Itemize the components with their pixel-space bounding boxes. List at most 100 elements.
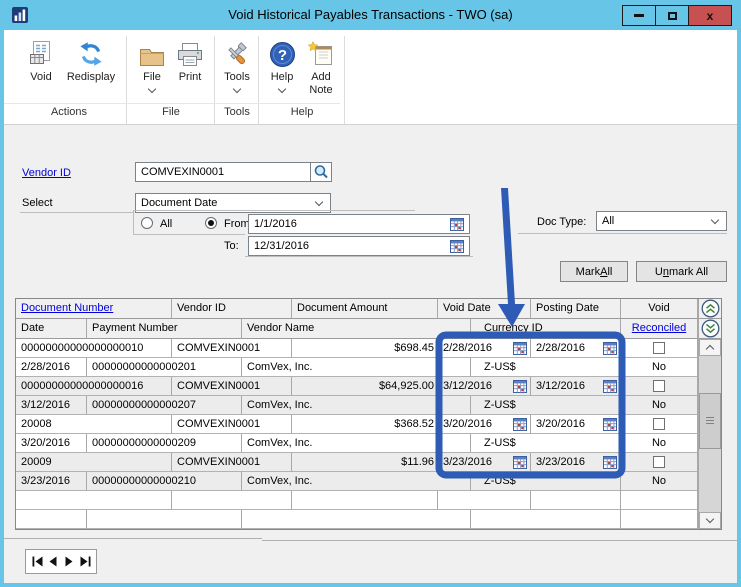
- void-date-cell[interactable]: 3/23/2016: [438, 453, 531, 472]
- vendor-id-input[interactable]: COMVEXIN0001: [135, 162, 311, 182]
- date-header: Date: [16, 319, 87, 339]
- transactions-grid: Document Number Vendor ID Document Amoun…: [15, 298, 722, 530]
- calendar-icon[interactable]: [513, 417, 527, 431]
- all-radio-label[interactable]: All: [160, 218, 172, 230]
- void-checkbox[interactable]: [653, 342, 665, 354]
- scroll-up-button[interactable]: [699, 339, 721, 356]
- titlebar: Void Historical Payables Transactions - …: [0, 0, 741, 30]
- calendar-icon[interactable]: [603, 379, 617, 393]
- close-button[interactable]: x: [688, 5, 732, 26]
- void-checkbox[interactable]: [653, 456, 665, 468]
- scroll-down-button[interactable]: [699, 512, 721, 529]
- grid-row-main[interactable]: 20008 COMVEXIN0001 $368.52 3/20/2016 3/2…: [16, 415, 698, 434]
- magnifier-icon: [314, 165, 328, 179]
- wrench-screwdriver-icon: [224, 38, 250, 68]
- printer-icon: [175, 38, 205, 68]
- calendar-icon[interactable]: [513, 455, 527, 469]
- void-date-cell[interactable]: 2/28/2016: [438, 339, 531, 358]
- chevron-up-icon: [705, 344, 715, 354]
- previous-record-button[interactable]: [46, 553, 61, 570]
- void-historical-payables-window: Void Historical Payables Transactions - …: [0, 0, 741, 587]
- unmark-all-button[interactable]: Un mark All: [636, 261, 727, 282]
- calendar-icon[interactable]: [513, 341, 527, 355]
- from-date-input[interactable]: 1/1/2016: [248, 214, 470, 234]
- calendar-icon[interactable]: [450, 217, 464, 231]
- vendor-id-header: Vendor ID: [172, 299, 292, 319]
- chevron-down-icon: [147, 84, 157, 94]
- grid-row-main[interactable]: 00000000000000000016 COMVEXIN0001 $64,92…: [16, 377, 698, 396]
- grid-row-empty[interactable]: [16, 491, 698, 510]
- vendor-lookup-button[interactable]: [310, 162, 332, 182]
- toolbar-label-divider: [4, 103, 340, 104]
- void-header: Void: [621, 299, 698, 319]
- status-divider: [4, 538, 262, 539]
- group-label-tools: Tools: [224, 106, 250, 118]
- mark-all-button[interactable]: Mark All: [560, 261, 628, 282]
- next-record-button[interactable]: [62, 553, 77, 570]
- vertical-scrollbar[interactable]: [699, 339, 721, 529]
- status-divider: [262, 540, 737, 541]
- document-number-header-link[interactable]: Document Number: [16, 299, 172, 319]
- void-document-icon: [28, 38, 54, 68]
- next-record-icon: [65, 556, 73, 567]
- payment-number-header: Payment Number: [87, 319, 242, 339]
- reconciled-value: No: [621, 396, 698, 415]
- void-checkbox[interactable]: [653, 418, 665, 430]
- scrollbar-thumb[interactable]: [699, 393, 721, 449]
- divider: [20, 212, 133, 213]
- svg-text:?: ?: [277, 47, 286, 64]
- to-date-input[interactable]: 12/31/2016: [248, 236, 470, 256]
- minimize-button[interactable]: [622, 5, 656, 26]
- chevron-down-icon: [705, 514, 715, 524]
- window-border-bottom: [0, 583, 741, 587]
- void-checkbox[interactable]: [653, 380, 665, 392]
- calendar-icon[interactable]: [450, 239, 464, 253]
- grid-row-detail[interactable]: 2/28/2016 00000000000000201 ComVex, Inc.…: [16, 358, 698, 377]
- grid-row-main[interactable]: 00000000000000000010 COMVEXIN0001 $698.4…: [16, 339, 698, 358]
- range-group-bottom: [133, 234, 245, 235]
- first-record-icon: [32, 556, 42, 567]
- collapse-rows-button[interactable]: [699, 319, 721, 339]
- grid-row-empty[interactable]: [16, 510, 698, 529]
- ribbon-toolbar: Void Redisplay File Print Tools ? Help A…: [4, 30, 737, 125]
- first-record-button[interactable]: [30, 553, 45, 570]
- divider: [518, 233, 727, 234]
- expand-rows-button[interactable]: [699, 299, 721, 319]
- toolbar-separator: [344, 36, 345, 124]
- grid-row-detail[interactable]: 3/20/2016 00000000000000209 ComVex, Inc.…: [16, 434, 698, 453]
- void-date-cell[interactable]: 3/12/2016: [438, 377, 531, 396]
- toolbar-separator: [258, 36, 259, 124]
- group-label-file: File: [162, 106, 180, 118]
- grid-row-detail[interactable]: 3/23/2016 00000000000000210 ComVex, Inc.…: [16, 472, 698, 491]
- maximize-icon: [667, 11, 677, 20]
- posting-date-header: Posting Date: [531, 299, 621, 319]
- maximize-button[interactable]: [655, 5, 689, 26]
- grid-right-strip: [698, 299, 721, 529]
- calendar-icon[interactable]: [513, 379, 527, 393]
- group-label-actions: Actions: [50, 106, 88, 118]
- vendor-id-link[interactable]: Vendor ID: [22, 167, 71, 179]
- chevron-down-icon: [710, 215, 720, 225]
- grid-row-main[interactable]: 20009 COMVEXIN0001 $11.96 3/23/2016 3/23…: [16, 453, 698, 472]
- posting-date-cell[interactable]: 2/28/2016: [531, 339, 621, 358]
- posting-date-cell[interactable]: 3/23/2016: [531, 453, 621, 472]
- reconciled-header-link[interactable]: Reconciled: [621, 319, 698, 339]
- posting-date-cell[interactable]: 3/12/2016: [531, 377, 621, 396]
- select-label: Select: [22, 197, 53, 209]
- from-radio[interactable]: [205, 217, 217, 229]
- last-record-button[interactable]: [78, 553, 93, 570]
- posting-date-cell[interactable]: 3/20/2016: [531, 415, 621, 434]
- toolbar-separator: [126, 36, 127, 124]
- calendar-icon[interactable]: [603, 417, 617, 431]
- doc-type-dropdown[interactable]: All: [596, 211, 727, 231]
- to-label: To:: [224, 240, 239, 252]
- calendar-icon[interactable]: [603, 341, 617, 355]
- calendar-icon[interactable]: [603, 455, 617, 469]
- range-group-left: [133, 210, 134, 234]
- previous-record-icon: [49, 556, 57, 567]
- double-chevron-up-icon: [701, 299, 719, 318]
- all-radio[interactable]: [141, 217, 153, 229]
- grid-row-detail[interactable]: 3/12/2016 00000000000000207 ComVex, Inc.…: [16, 396, 698, 415]
- void-date-cell[interactable]: 3/20/2016: [438, 415, 531, 434]
- divider: [245, 256, 473, 257]
